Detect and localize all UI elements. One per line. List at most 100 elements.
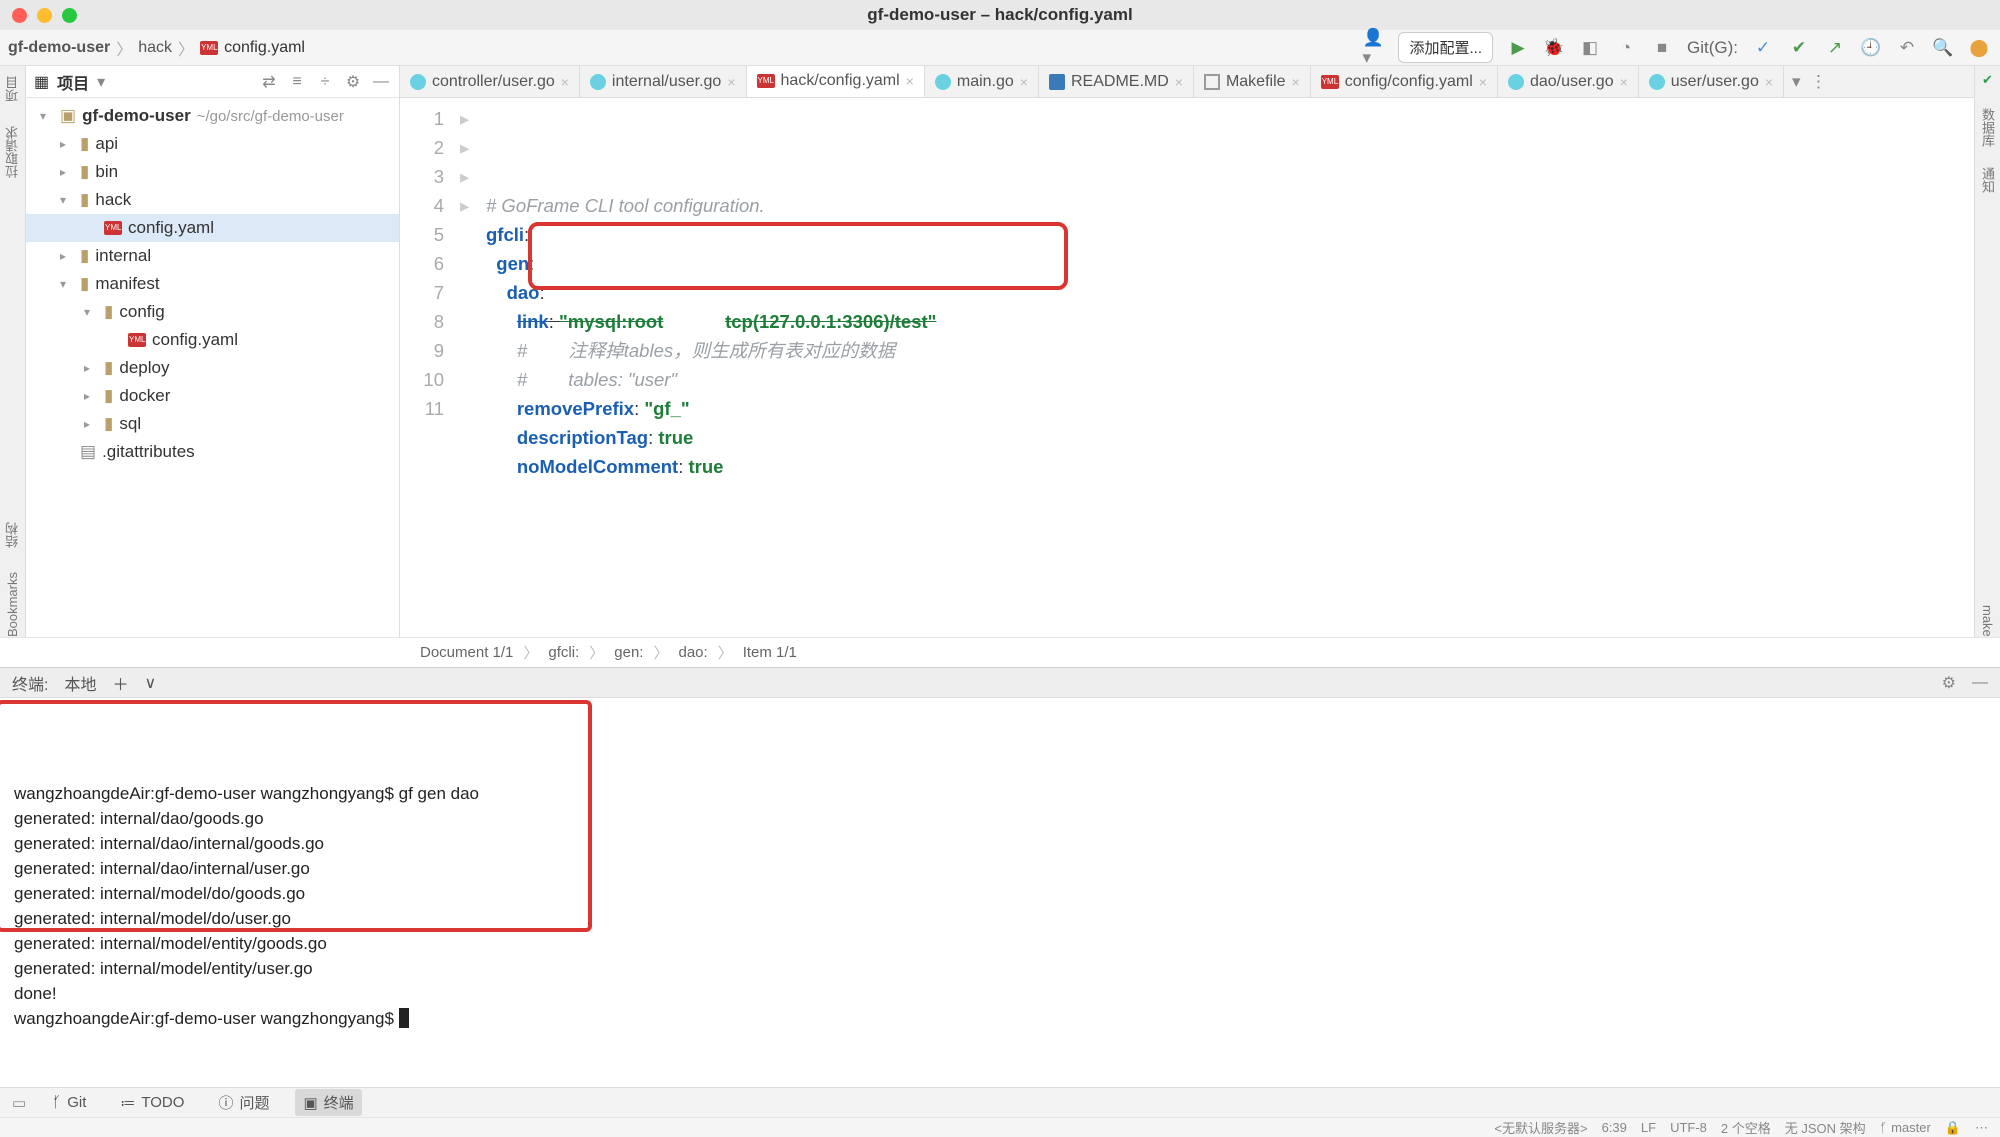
editor-breadcrumb-bar[interactable]: Document 1/1〉 gfcli:〉 gen:〉 dao:〉 Item 1… (0, 637, 2000, 667)
vcs-history-icon[interactable]: 🕘 (1860, 37, 1882, 59)
maximize-window-button[interactable] (62, 8, 77, 23)
terminal-tab-dropdown-icon[interactable]: ∨ (144, 673, 156, 693)
close-tab-icon[interactable]: × (1020, 74, 1028, 90)
project-tree[interactable]: ▾▣gf-demo-user ~/go/src/gf-demo-user▸▮ap… (26, 98, 399, 637)
tabs-overflow[interactable]: ▾ ⋮ (1784, 66, 1835, 97)
status-server[interactable]: <无默认服务器> (1494, 1118, 1587, 1137)
sidetab-structure[interactable]: 结构 (3, 522, 22, 548)
path-item[interactable]: Item 1/1 (743, 644, 797, 661)
tree-file[interactable]: config.yaml (26, 214, 399, 242)
collapse-all-icon[interactable]: ÷ (315, 73, 335, 91)
editor-tab[interactable]: dao/user.go× (1498, 66, 1639, 97)
sidetab-bookmarks[interactable]: Bookmarks (5, 572, 20, 637)
add-config-button[interactable]: 添加配置... (1398, 32, 1493, 63)
close-tab-icon[interactable]: × (561, 74, 569, 90)
chevron-down-icon[interactable]: ▾ (97, 72, 105, 92)
status-git-branch[interactable]: ᚶ master (1880, 1120, 1931, 1135)
close-tab-icon[interactable]: × (1292, 74, 1300, 90)
tree-folder[interactable]: ▸▮docker (26, 382, 399, 410)
tree-folder[interactable]: ▾▮config (26, 298, 399, 326)
breadcrumb-root[interactable]: gf-demo-user (8, 39, 110, 57)
tree-folder[interactable]: ▸▮bin (26, 158, 399, 186)
status-json-schema[interactable]: 无 JSON 架构 (1785, 1118, 1866, 1137)
editor-tab[interactable]: internal/user.go× (580, 66, 747, 97)
status-encoding[interactable]: UTF-8 (1670, 1120, 1707, 1135)
stop-icon[interactable]: ■ (1651, 37, 1673, 59)
tab-terminal[interactable]: ▣终端 (295, 1089, 361, 1116)
tree-file[interactable]: ▤.gitattributes (26, 438, 399, 466)
bottom-toolbar-toggle-icon[interactable]: ▭ (12, 1094, 26, 1112)
vcs-update-icon[interactable]: ✓ (1752, 37, 1774, 59)
inspection-ok-icon[interactable]: ✔ (1982, 72, 1993, 88)
close-tab-icon[interactable]: × (1479, 74, 1487, 90)
gear-icon[interactable]: ⚙ (1942, 673, 1956, 693)
tree-folder[interactable]: ▸▮sql (26, 410, 399, 438)
path-item[interactable]: Document 1/1 (420, 644, 513, 661)
hide-terminal-icon[interactable]: — (1972, 674, 1988, 692)
sidetab-project[interactable]: 项目 (3, 76, 22, 102)
vcs-push-icon[interactable]: ↗ (1824, 37, 1846, 59)
editor-tab[interactable]: Makefile× (1194, 66, 1311, 97)
breadcrumb-file[interactable]: config.yaml (224, 39, 305, 57)
close-tab-icon[interactable]: × (1175, 74, 1183, 90)
select-opened-file-icon[interactable]: ⇄ (259, 72, 279, 92)
status-caret-position[interactable]: 6:39 (1602, 1120, 1627, 1135)
tab-problems[interactable]: ⓘ问题 (210, 1089, 277, 1116)
editor-tab[interactable]: user/user.go× (1639, 66, 1784, 97)
close-tab-icon[interactable]: × (906, 73, 914, 89)
close-tab-icon[interactable]: × (1620, 74, 1628, 90)
editor-tab[interactable]: README.MD× (1039, 66, 1194, 97)
project-panel-title[interactable]: 项目 (57, 70, 89, 94)
editor-tab[interactable]: hack/config.yaml× (747, 66, 925, 98)
project-panel: ▦ 项目 ▾ ⇄ ≡ ÷ ⚙ — ▾▣gf-demo-user ~/go/src… (26, 66, 400, 637)
terminal-tab-local[interactable]: 本地 (64, 671, 96, 695)
close-window-button[interactable] (12, 8, 27, 23)
user-dropdown-icon[interactable]: 👤▾ (1362, 37, 1384, 59)
tree-root[interactable]: ▾▣gf-demo-user ~/go/src/gf-demo-user (26, 102, 399, 130)
sidetab-pull-requests[interactable]: 拉取请求 (3, 126, 22, 178)
tree-folder[interactable]: ▾▮manifest (26, 270, 399, 298)
editor-tab[interactable]: controller/user.go× (400, 66, 580, 97)
close-tab-icon[interactable]: × (1765, 74, 1773, 90)
code-content[interactable]: # GoFrame CLI tool configuration.gfcli: … (480, 98, 1974, 637)
tree-file[interactable]: config.yaml (26, 326, 399, 354)
vcs-rollback-icon[interactable]: ↶ (1896, 37, 1918, 59)
breadcrumb-folder[interactable]: hack (138, 39, 172, 57)
path-item[interactable]: gen: (614, 644, 643, 661)
status-indent[interactable]: 2 个空格 (1721, 1118, 1771, 1137)
coverage-icon[interactable]: ◧ (1579, 37, 1601, 59)
ide-settings-icon[interactable]: ⬤ (1968, 37, 1990, 59)
sidetab-make[interactable]: make (1980, 605, 1995, 637)
debug-icon[interactable]: 🐞 (1543, 37, 1565, 59)
terminal-new-tab-icon[interactable]: ＋ (112, 671, 128, 695)
run-icon[interactable]: ▶ (1507, 37, 1529, 59)
hide-panel-icon[interactable]: — (371, 73, 391, 91)
path-item[interactable]: gfcli: (548, 644, 579, 661)
editor-tab[interactable]: main.go× (925, 66, 1039, 97)
tab-git[interactable]: ᚶGit (44, 1091, 94, 1114)
breadcrumb[interactable]: gf-demo-user 〉 hack 〉 config.yaml (8, 36, 305, 60)
tree-folder[interactable]: ▸▮api (26, 130, 399, 158)
tree-folder[interactable]: ▾▮hack (26, 186, 399, 214)
sidetab-database[interactable]: 数据库 (1978, 108, 1997, 147)
status-line-sep[interactable]: LF (1641, 1120, 1656, 1135)
path-item[interactable]: dao: (678, 644, 707, 661)
terminal-output[interactable]: wangzhoangdeAir:gf-demo-user wangzhongya… (0, 698, 2000, 1087)
editor-tab[interactable]: config/config.yaml× (1311, 66, 1498, 97)
tree-folder[interactable]: ▸▮deploy (26, 354, 399, 382)
profile-icon[interactable]: ◔ (1615, 37, 1637, 59)
tab-todo[interactable]: ≔TODO (112, 1091, 192, 1115)
tree-folder[interactable]: ▸▮internal (26, 242, 399, 270)
status-more-icon[interactable]: ⋯ (1975, 1120, 1988, 1136)
minimize-window-button[interactable] (37, 8, 52, 23)
editor-tabs[interactable]: controller/user.go×internal/user.go×hack… (400, 66, 1974, 98)
status-lock-icon[interactable]: 🔒 (1945, 1120, 1961, 1136)
sidetab-notifications[interactable]: 通知 (1978, 167, 1997, 193)
fold-column[interactable]: ▸▸▸▸ (460, 98, 480, 637)
gear-icon[interactable]: ⚙ (343, 72, 363, 92)
expand-all-icon[interactable]: ≡ (287, 73, 307, 91)
code-editor[interactable]: 1234567891011 ▸▸▸▸ # GoFrame CLI tool co… (400, 98, 1974, 637)
search-icon[interactable]: 🔍 (1932, 37, 1954, 59)
close-tab-icon[interactable]: × (727, 74, 735, 90)
vcs-commit-icon[interactable]: ✔ (1788, 37, 1810, 59)
